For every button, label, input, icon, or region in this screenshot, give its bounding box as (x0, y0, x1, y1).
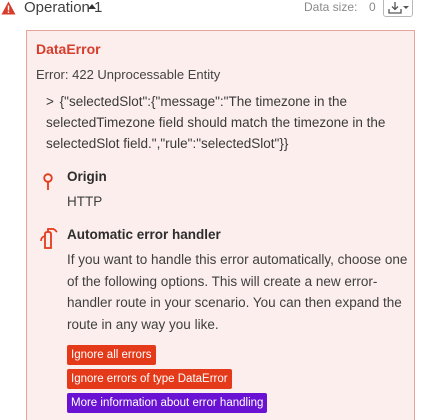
origin-value: HTTP (67, 194, 103, 209)
data-size-label: Data size: (304, 0, 358, 14)
data-size-value: 0 (369, 0, 376, 14)
operation-header: Operation 1 Data size: 0 (0, 0, 425, 20)
download-button[interactable] (383, 0, 413, 17)
error-handler-title: Automatic error handler (67, 227, 221, 242)
error-json-message[interactable]: > {"selectedSlot":{"message":"The timezo… (46, 91, 412, 154)
operation-panel: Operation 1 Data size: 0 DataError Error… (0, 0, 425, 420)
error-handler-description: If you want to handle this error automat… (67, 252, 408, 332)
expand-chevron-icon[interactable]: > (46, 94, 54, 109)
collapse-caret-icon[interactable] (88, 4, 96, 9)
map-pin-icon (43, 173, 53, 190)
origin-title: Origin (67, 169, 107, 184)
chevron-down-icon (403, 6, 409, 9)
warning-triangle-icon (1, 1, 16, 15)
fire-extinguisher-icon (40, 228, 58, 249)
ignore-errors-of-type-button[interactable]: Ignore errors of type DataError (67, 369, 232, 389)
error-json-text: {"selectedSlot":{"message":"The timezone… (46, 94, 386, 151)
download-icon (388, 2, 402, 14)
error-status-text: Error: 422 Unprocessable Entity (36, 67, 221, 82)
more-info-error-handling-button[interactable]: More information about error handling (67, 393, 268, 413)
error-details-box: DataError Error: 422 Unprocessable Entit… (26, 30, 415, 420)
error-type-title: DataError (36, 41, 101, 57)
ignore-all-errors-button[interactable]: Ignore all errors (67, 345, 156, 365)
